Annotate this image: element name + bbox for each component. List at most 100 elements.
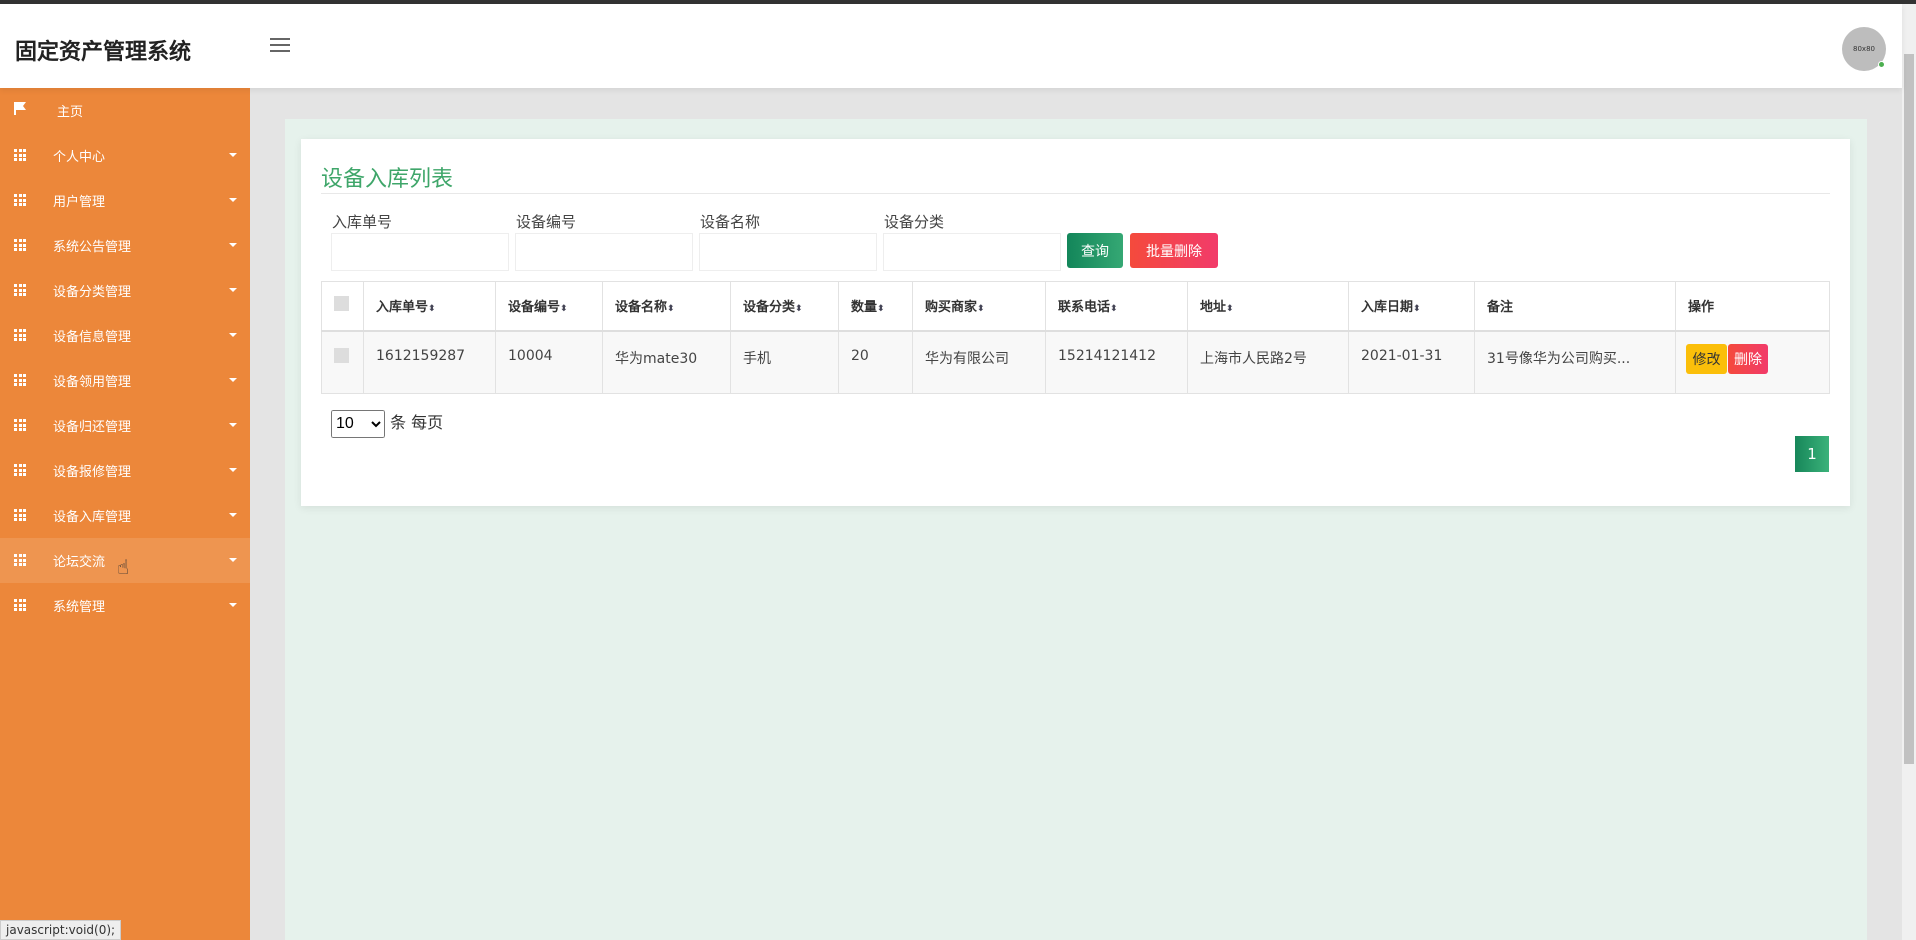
sidebar-item[interactable]: 个人中心 [0,133,250,178]
sort-icon[interactable]: ⬍ [877,304,885,314]
sidebar-item[interactable]: 设备信息管理 [0,313,250,358]
scrollbar[interactable] [1902,4,1916,940]
sidebar-item[interactable]: 设备报修管理 [0,448,250,493]
filter-input[interactable] [699,233,877,271]
page-size-suffix: 条 每页 [390,413,444,432]
column-header[interactable]: 设备名称⬍ [602,281,731,332]
grid-icon [14,464,27,476]
grid-icon [14,509,27,521]
filter-input[interactable] [883,233,1061,271]
online-status-dot [1878,61,1885,68]
sidebar-item[interactable]: 系统管理 [0,583,250,628]
header: 固定资产管理系统 80x80 [0,4,1902,88]
grid-icon [14,599,27,611]
sort-icon[interactable]: ⬍ [560,304,568,314]
filter-input[interactable] [331,233,509,271]
scrollbar-thumb[interactable] [1904,54,1914,764]
table-cell: 华为有限公司 [912,330,1046,394]
column-header[interactable]: 数量⬍ [838,281,913,332]
filter-label: 入库单号 [332,213,393,231]
table-cell: 10004 [495,330,603,394]
row-checkbox-cell [321,330,364,394]
page-size-control: 10 条 每页 [331,409,443,438]
sidebar-item[interactable]: 用户管理 [0,178,250,223]
grid-icon [14,194,27,206]
app-title: 固定资产管理系统 [15,40,192,65]
column-label: 设备分类 [743,300,796,316]
pagination-page-1[interactable]: 1 [1795,436,1829,472]
sidebar-item-label: 设备报修管理 [53,465,132,480]
avatar[interactable]: 80x80 [1842,27,1886,71]
column-label: 入库单号 [376,300,429,316]
column-header[interactable]: 设备分类⬍ [730,281,839,332]
caret-down-icon [229,468,237,472]
sidebar-item-label: 用户管理 [53,195,106,210]
sidebar-item-label: 设备信息管理 [53,330,132,345]
row-checkbox[interactable] [334,347,349,363]
divider [321,193,1830,194]
caret-down-icon [229,198,237,202]
sidebar-item-label: 系统管理 [53,600,106,615]
caret-down-icon [229,378,237,382]
caret-down-icon [229,333,237,337]
table-cell: 华为mate30 [602,330,731,394]
table-cell: 20 [838,330,913,394]
column-label: 地址 [1200,300,1227,316]
hand-cursor-icon: ☝ [117,555,130,579]
delete-button[interactable]: 删除 [1728,343,1768,374]
select-all-checkbox[interactable] [334,296,349,312]
sidebar-item[interactable]: 设备入库管理 [0,493,250,538]
sort-icon[interactable]: ⬍ [428,304,436,314]
column-header[interactable]: 入库单号⬍ [363,281,496,332]
column-header[interactable]: 地址⬍ [1187,281,1349,332]
column-header: 操作 [1675,281,1830,332]
caret-down-icon [229,603,237,607]
table-row: 1612159287 10004 华为mate30 手机 20 华为有限公司 1521412… [321,330,1830,394]
sort-icon[interactable]: ⬍ [1226,304,1234,314]
column-label: 设备名称 [615,300,668,316]
caret-down-icon [229,558,237,562]
sort-icon[interactable]: ⬍ [977,304,985,314]
filter-input[interactable] [515,233,693,271]
grid-icon [14,284,27,296]
sort-icon[interactable]: ⬍ [1413,304,1421,314]
filter-label: 设备分类 [884,213,945,231]
sidebar-item[interactable]: 系统公告管理 [0,223,250,268]
batch-delete-button[interactable]: 批量删除 [1130,233,1218,268]
caret-down-icon [229,243,237,247]
sidebar-item-label: 设备入库管理 [53,510,132,525]
sidebar-item-label: 设备领用管理 [53,375,132,390]
edit-button[interactable]: 修改 [1686,343,1727,374]
sort-icon[interactable]: ⬍ [667,304,675,314]
page-size-select[interactable]: 10 [331,409,385,438]
sort-icon[interactable]: ⬍ [1110,304,1118,314]
column-header[interactable]: 购买商家⬍ [912,281,1046,332]
filter-field: 入库单号 [331,211,509,271]
column-label: 设备编号 [508,300,561,316]
grid-icon [14,554,27,566]
status-bar-url: javascript:void(0); [0,920,122,940]
column-label: 操作 [1688,300,1715,316]
filter-field: 设备名称 [699,211,877,271]
grid-icon [14,419,27,431]
column-header[interactable]: 入库日期⬍ [1348,281,1475,332]
sidebar-item[interactable]: 设备分类管理 [0,268,250,313]
caret-down-icon [229,288,237,292]
sidebar-item[interactable]: 设备归还管理 [0,403,250,448]
grid-icon [14,329,27,341]
search-button[interactable]: 查询 [1067,233,1123,268]
table-cell: 手机 [730,330,839,394]
sort-icon[interactable]: ⬍ [795,304,803,314]
avatar-text: 80x80 [1853,45,1875,53]
column-label: 联系电话 [1058,300,1111,316]
menu-toggle-icon[interactable] [270,38,290,54]
column-header[interactable]: 设备编号⬍ [495,281,603,332]
list-card: 设备入库列表 入库单号 设备编号 设备名称 设备分类 查询 批量删除 入库单号⬍ 设备编… [301,139,1850,506]
sidebar-item[interactable]: 设备领用管理 [0,358,250,403]
caret-down-icon [229,423,237,427]
filter-field: 设备编号 [515,211,693,271]
sidebar-item[interactable]: 主页 [0,88,250,133]
column-header: 备注 [1474,281,1676,332]
column-header[interactable]: 联系电话⬍ [1045,281,1188,332]
filter-label: 设备编号 [516,213,577,231]
